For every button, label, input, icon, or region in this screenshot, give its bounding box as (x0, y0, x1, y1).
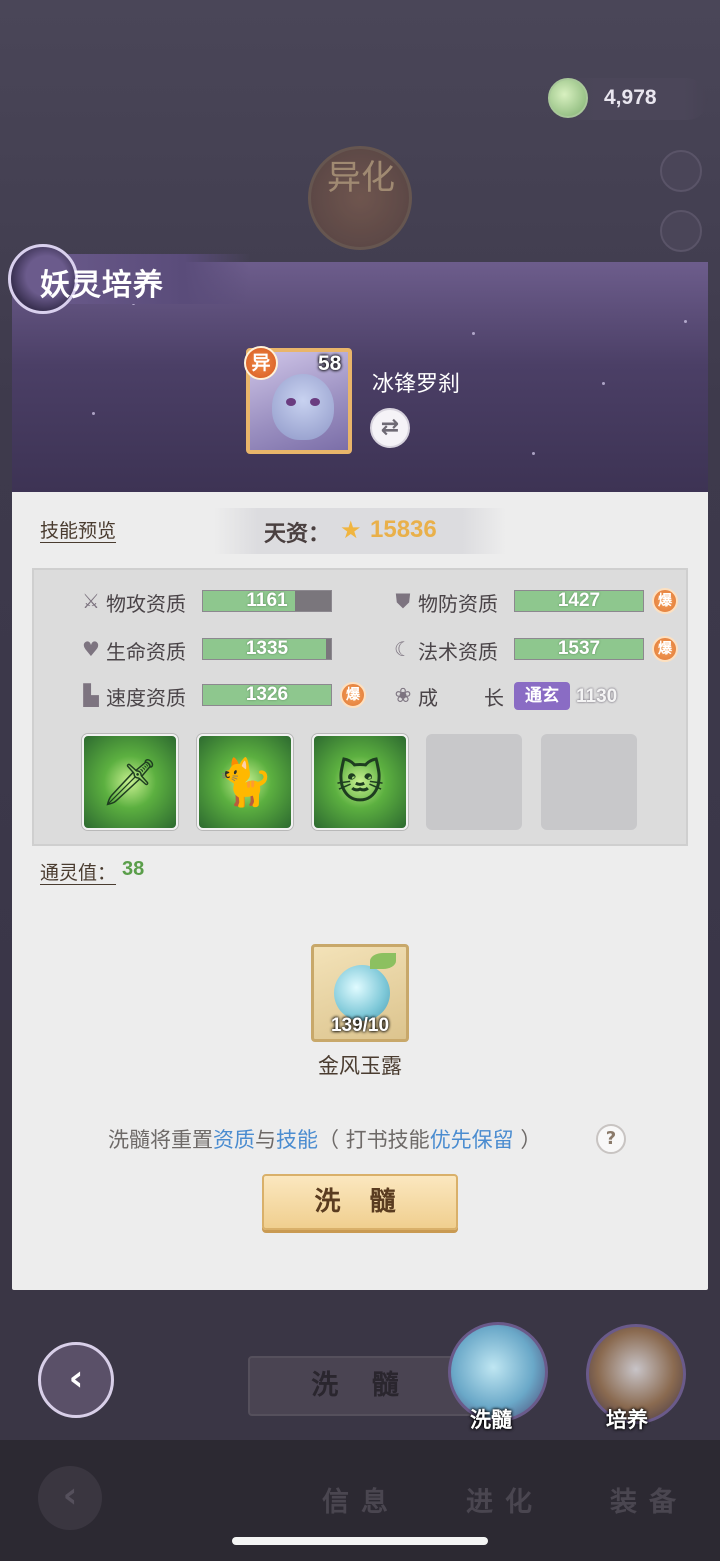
star-decoration (684, 320, 687, 323)
notice-text: 洗髓将重置 (108, 1128, 213, 1152)
pet-eye (286, 398, 296, 406)
shield-icon: ⛊ (395, 589, 411, 613)
stat-label: 生命资质 (106, 640, 186, 664)
boot-icon: ▙ (83, 683, 99, 707)
growth-value: 1130 (576, 686, 618, 707)
spirit-label[interactable]: 通灵值： (40, 858, 116, 885)
star-decoration (602, 382, 605, 385)
empty-skill-slot (541, 734, 637, 830)
panel-title: 妖灵培养 (40, 268, 164, 303)
magic-icon: ☾ (394, 637, 412, 661)
skill-glyph: 🐱 (336, 755, 384, 809)
leaf-icon (370, 953, 396, 969)
stat-value: 1427 (557, 590, 601, 611)
stat-label: 物攻资质 (106, 592, 186, 616)
tab-back-icon: ‹ (38, 1466, 102, 1530)
star-decoration (532, 452, 535, 455)
cat-flex-skill-icon[interactable]: 🐈 (197, 734, 293, 830)
wash-button[interactable]: 洗 髓 (262, 1174, 458, 1230)
evolution-label: 异化 (327, 160, 395, 197)
stat-value: 1335 (245, 638, 289, 659)
swap-pet-button[interactable]: ⇄ (370, 408, 410, 448)
item-card[interactable]: 139/10 (311, 944, 409, 1042)
help-icon[interactable]: ? (596, 1124, 626, 1154)
stat-value: 1537 (557, 638, 601, 659)
notice-highlight: 优先保留 (429, 1128, 514, 1152)
star-icon: ★ (340, 516, 362, 544)
growth-label-a: 成 (418, 686, 438, 710)
notice-highlight: 技能 (276, 1128, 318, 1152)
stat-value: 1326 (245, 684, 289, 705)
tab-info: 信息 (322, 1487, 400, 1518)
stat-label: 速度资质 (106, 686, 186, 710)
potion-bottle-icon (334, 965, 390, 1021)
talent-value: 15836 (370, 516, 437, 543)
notice-text: 与 (255, 1128, 276, 1152)
burst-badge: 爆 (652, 588, 678, 614)
spirit-value: 38 (122, 858, 145, 880)
heart-icon: ♥ (82, 637, 100, 661)
lock-icon[interactable] (660, 150, 702, 192)
jade-coin-icon (548, 78, 588, 118)
pet-name: 冰锋罗刹 (372, 372, 461, 397)
burst-badge: 爆 (652, 636, 678, 662)
empty-skill-slot (426, 734, 522, 830)
train-mode-label: 培养 (606, 1408, 648, 1432)
pet-face (272, 374, 334, 440)
rarity-badge: 异 (244, 346, 278, 380)
item-count: 139/10 (330, 1015, 390, 1036)
notice-highlight: 资质 (213, 1128, 255, 1152)
item-name: 金风玉露 (318, 1054, 402, 1078)
paw-icon: ❀ (394, 683, 412, 707)
background-wash-button: 洗 髓 (248, 1356, 474, 1416)
stat-value: 1161 (246, 590, 288, 611)
stat-label: 物防资质 (418, 592, 498, 616)
skill-glyph: 🗡 (100, 755, 160, 809)
star-decoration (92, 412, 95, 415)
brush-icon[interactable] (660, 210, 702, 252)
stat-bar: 1335 (202, 638, 332, 660)
skill-glyph: 🐈 (216, 755, 274, 809)
stat-bar: 1537 (514, 638, 644, 660)
currency-value: 4,978 (604, 86, 657, 109)
blade-skill-icon[interactable]: 🗡 (82, 734, 178, 830)
back-button[interactable]: ‹ (38, 1342, 114, 1418)
notice-text: （ 打书技能 (318, 1128, 430, 1152)
tab-equip: 装备 (610, 1487, 688, 1518)
pet-eye (310, 398, 320, 406)
tab-evolve: 进化 (466, 1487, 544, 1518)
home-indicator[interactable] (232, 1537, 488, 1545)
sword-icon: ⚔ (82, 589, 100, 613)
growth-badge: 通玄 (514, 682, 570, 710)
skill-preview-link[interactable]: 技能预览 (40, 516, 116, 543)
reset-notice: 洗髓将重置资质与技能（ 打书技能优先保留 ） (108, 1124, 541, 1154)
stat-bar: 1161 (202, 590, 332, 612)
cat-meditate-skill-icon[interactable]: 🐱 (312, 734, 408, 830)
talent-label: 天资： (264, 522, 331, 547)
burst-badge: 爆 (340, 682, 366, 708)
star-decoration (472, 332, 475, 335)
growth-label-b: 长 (484, 686, 504, 710)
notice-text: ） (513, 1128, 542, 1152)
stat-label: 法术资质 (418, 640, 498, 664)
stat-bar: 1326 (202, 684, 332, 706)
wash-mode-label: 洗髓 (470, 1408, 512, 1432)
pet-level: 58 (318, 352, 342, 375)
stat-bar: 1427 (514, 590, 644, 612)
